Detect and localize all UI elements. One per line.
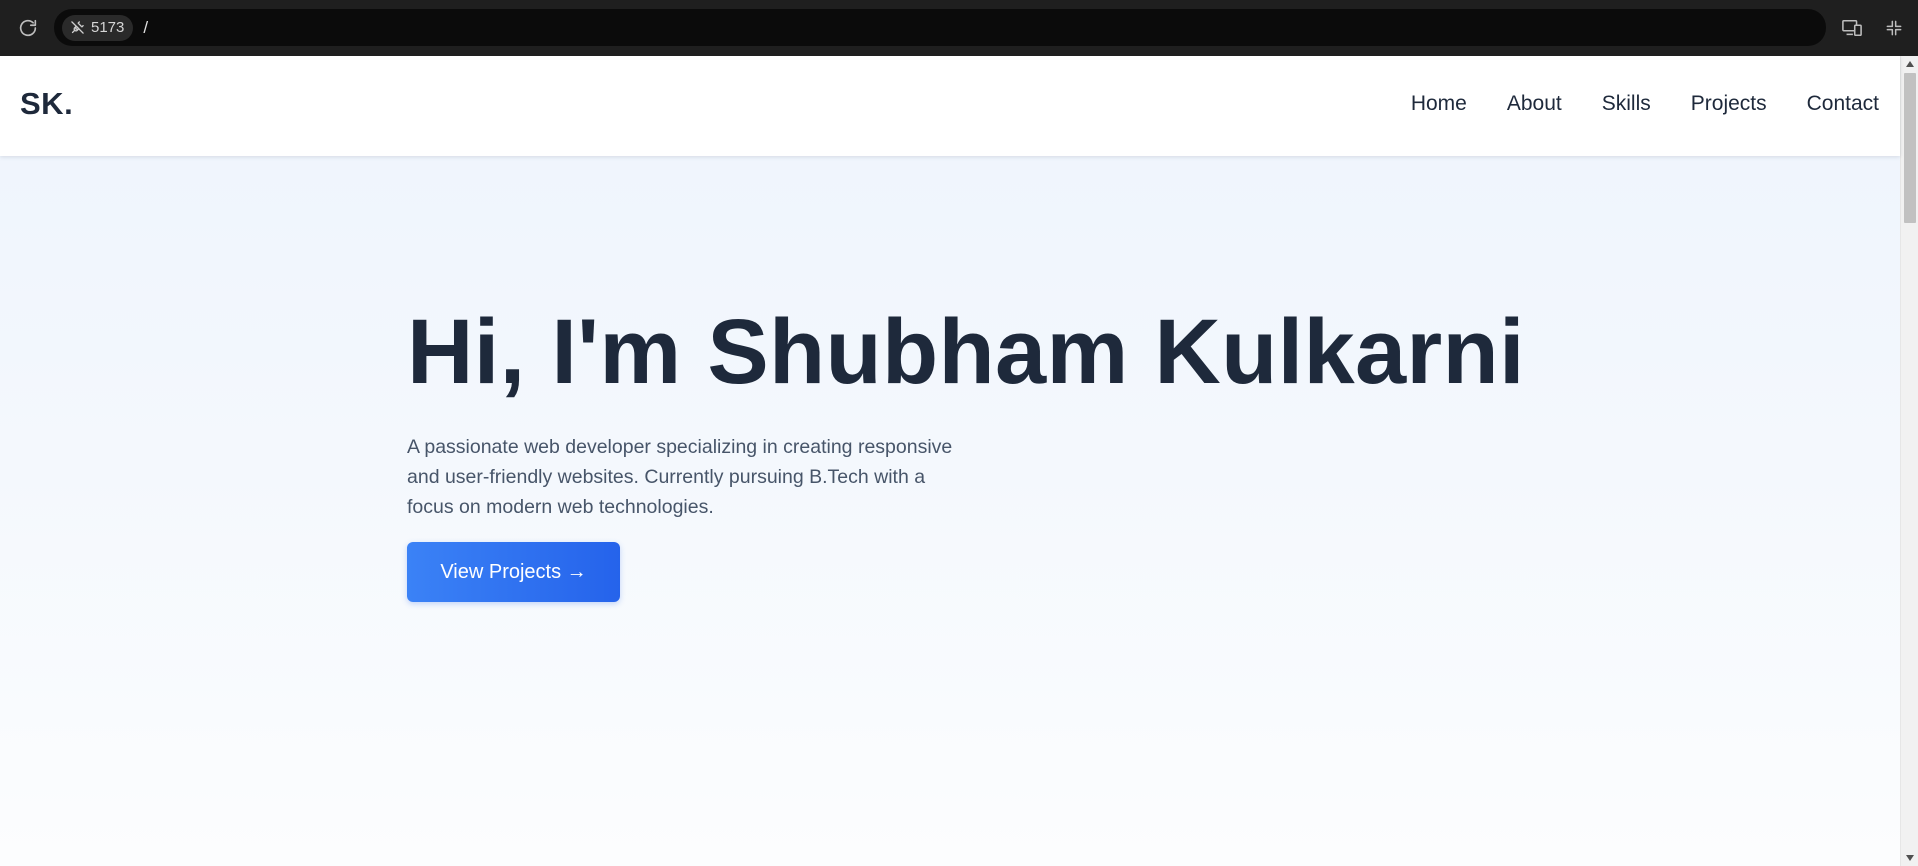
page-scrollbar[interactable] (1900, 56, 1918, 866)
scroll-down-arrow[interactable] (1901, 850, 1918, 866)
nav-links: Home About Skills Projects Contact (1411, 92, 1879, 116)
scroll-up-arrow[interactable] (1901, 56, 1918, 72)
nav-link-projects[interactable]: Projects (1691, 92, 1767, 116)
device-toggle-button[interactable] (1838, 14, 1866, 42)
page-viewport: SK. Home About Skills Projects Contact H… (0, 56, 1918, 866)
reload-icon (19, 19, 37, 37)
caret-down-icon (1906, 855, 1914, 861)
hero-description: A passionate web developer specializing … (407, 436, 953, 518)
caret-up-icon (1906, 61, 1914, 67)
reload-button[interactable] (14, 14, 42, 42)
nav-link-home[interactable]: Home (1411, 92, 1467, 116)
site-navbar: SK. Home About Skills Projects Contact (0, 56, 1900, 156)
scroll-thumb[interactable] (1904, 73, 1916, 223)
nav-link-contact[interactable]: Contact (1807, 92, 1879, 116)
nav-link-skills[interactable]: Skills (1602, 92, 1651, 116)
hero-section: Hi, I'm Shubham Kulkarni A passionate we… (407, 301, 1525, 602)
plug-disconnected-icon (71, 21, 84, 34)
collapse-button[interactable] (1880, 14, 1908, 42)
browser-toolbar: 5173 / (0, 0, 1918, 56)
nav-link-about[interactable]: About (1507, 92, 1562, 116)
view-projects-button[interactable]: View Projects → (407, 542, 620, 602)
port-chip[interactable]: 5173 (62, 14, 134, 41)
url-path[interactable]: / (143, 18, 148, 38)
site-logo[interactable]: SK. (20, 86, 73, 122)
port-number: 5173 (91, 19, 125, 36)
address-bar[interactable]: 5173 / (54, 9, 1826, 46)
hero-title: Hi, I'm Shubham Kulkarni (407, 301, 1525, 403)
collapse-icon (1886, 20, 1902, 36)
devices-icon (1842, 19, 1862, 37)
